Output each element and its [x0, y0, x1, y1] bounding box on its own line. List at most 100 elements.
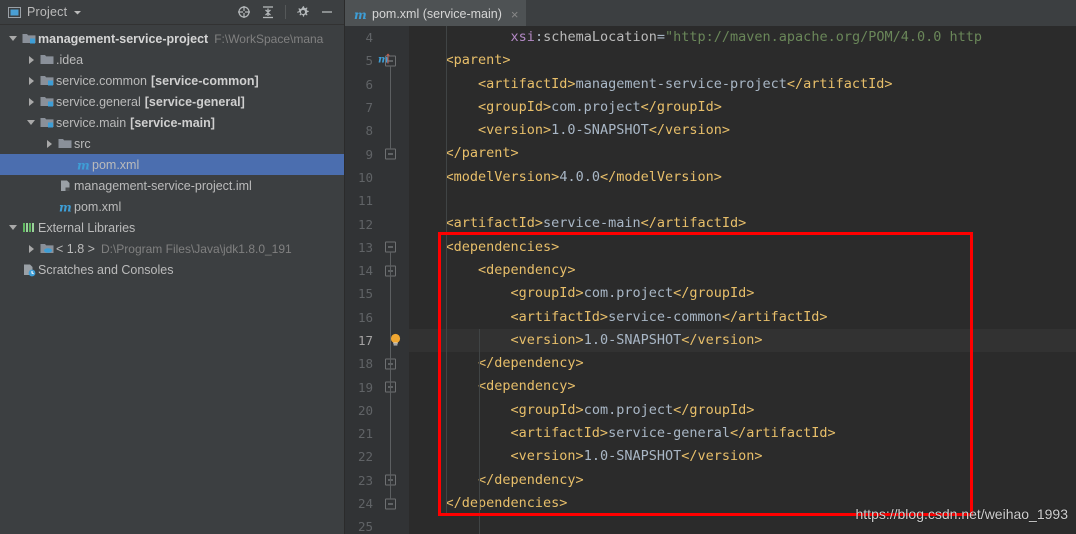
tree-item-src[interactable]: src — [0, 133, 344, 154]
gutter-line-9[interactable]: 9 — [345, 142, 409, 165]
minimize-icon[interactable] — [320, 5, 334, 19]
code-line-9[interactable]: </parent> — [409, 142, 1076, 165]
chevron-down-icon[interactable] — [73, 8, 82, 17]
gutter-line-11[interactable]: 11 — [345, 189, 409, 212]
gutter-line-15[interactable]: 15 — [345, 282, 409, 305]
line-number: 15 — [357, 286, 373, 302]
code-line-16[interactable]: <artifactId>service-common</artifactId> — [409, 306, 1076, 329]
code-line-15[interactable]: <groupId>com.project</groupId> — [409, 282, 1076, 305]
tree-item-label: service.common — [56, 73, 147, 88]
tree-item-1-8[interactable]: < 1.8 > D:\Program Files\Java\jdk1.8.0_19… — [0, 238, 344, 259]
gutter-line-21[interactable]: 21 — [345, 422, 409, 445]
code-line-7[interactable]: <groupId>com.project</groupId> — [409, 96, 1076, 119]
tree-item-label: External Libraries — [38, 220, 136, 235]
code-token: service-general — [608, 425, 730, 442]
code-token: com.project — [583, 401, 674, 418]
code-line-23[interactable]: </dependency> — [409, 469, 1076, 492]
line-number: 9 — [365, 146, 373, 162]
tree-item-management-service-project-iml[interactable]: management-service-project.iml — [0, 175, 344, 196]
tree-item-scratches-and-consoles[interactable]: Scratches and Consoles — [0, 259, 344, 280]
tree-item-module-name: [service-general] — [144, 94, 245, 109]
twisty-collapsed-icon[interactable] — [24, 76, 38, 85]
tree-item-service-main[interactable]: service.main [service-main] — [0, 112, 344, 133]
project-tree[interactable]: management-service-project F:\WorkSpace\m… — [0, 25, 344, 534]
gutter-line-17[interactable]: 17 — [345, 329, 409, 352]
tree-item-service-general[interactable]: service.general [service-general] — [0, 91, 344, 112]
maven-file-icon: m — [354, 8, 367, 22]
tree-item-external-libraries[interactable]: External Libraries — [0, 217, 344, 238]
code-line-20[interactable]: <groupId>com.project</groupId> — [409, 399, 1076, 422]
tree-item-path: D:\Program Files\Java\jdk1.8.0_191 — [100, 241, 292, 256]
gutter-line-20[interactable]: 20 — [345, 399, 409, 422]
twisty-collapsed-icon[interactable] — [24, 55, 38, 64]
gutter-line-6[interactable]: 6 — [345, 73, 409, 96]
code-token: <dependency> — [413, 378, 576, 395]
code-token: service-common — [608, 308, 722, 325]
code-line-14[interactable]: <dependency> — [409, 259, 1076, 282]
gutter-line-19[interactable]: 19 — [345, 375, 409, 398]
gutter-line-10[interactable]: 10 — [345, 166, 409, 189]
gutter-line-22[interactable]: 22 — [345, 445, 409, 468]
twisty-collapsed-icon[interactable] — [24, 97, 38, 106]
tree-item-service-common[interactable]: service.common [service-common] — [0, 70, 344, 91]
code-viewport: 4 5 m 6 7 8 9 10 11 12 13 14 15 16 17 18 19 20 21 22 23 24 25 … — [345, 26, 1076, 534]
line-number: 4 — [365, 30, 373, 46]
gutter-line-23[interactable]: 23 — [345, 469, 409, 492]
fold-marker-icon[interactable] — [385, 241, 396, 253]
tree-item-idea[interactable]: .idea — [0, 49, 344, 70]
fold-marker-icon[interactable] — [385, 148, 396, 160]
gutter-line-16[interactable]: 16 — [345, 306, 409, 329]
code-line-5[interactable]: <parent> — [409, 49, 1076, 72]
code-line-11[interactable] — [409, 189, 1076, 212]
line-number: 18 — [357, 356, 373, 372]
editor-code[interactable]: xsi:schemaLocation="http://maven.apache.… — [409, 26, 1076, 534]
code-token: <modelVersion> — [413, 168, 560, 185]
code-line-22[interactable]: <version>1.0-SNAPSHOT</version> — [409, 445, 1076, 468]
locate-target-icon[interactable] — [237, 5, 251, 19]
line-number: 11 — [357, 193, 373, 209]
fold-marker-icon[interactable] — [385, 498, 396, 510]
twisty-collapsed-icon[interactable] — [42, 139, 56, 148]
twisty-expanded-icon[interactable] — [24, 120, 38, 125]
gutter-line-24[interactable]: 24 — [345, 492, 409, 515]
code-line-17[interactable]: <version>1.0-SNAPSHOT</version> — [409, 328, 1076, 353]
gutter-line-18[interactable]: 18 — [345, 352, 409, 375]
editor-gutter[interactable]: 4 5 m 6 7 8 9 10 11 12 13 14 15 16 17 18 19 20 21 22 23 24 25 — [345, 26, 409, 534]
gutter-line-8[interactable]: 8 — [345, 119, 409, 142]
code-line-10[interactable]: <modelVersion>4.0.0</modelVersion> — [409, 166, 1076, 189]
code-line-18[interactable]: </dependency> — [409, 352, 1076, 375]
code-line-4[interactable]: xsi:schemaLocation="http://maven.apache.… — [409, 26, 1076, 49]
close-icon[interactable]: × — [511, 7, 519, 22]
code-line-6[interactable]: <artifactId>management-service-project</… — [409, 73, 1076, 96]
gutter-line-5[interactable]: 5m — [345, 49, 409, 72]
tree-item-pom-xml[interactable]: m pom.xml — [0, 154, 344, 175]
svg-text:m: m — [77, 158, 90, 172]
code-line-8[interactable]: <version>1.0-SNAPSHOT</version> — [409, 119, 1076, 142]
code-line-13[interactable]: <dependencies> — [409, 236, 1076, 259]
tab-pom-xml[interactable]: m pom.xml (service-main) × — [345, 0, 527, 26]
code-token: </version> — [681, 331, 763, 348]
gutter-line-13[interactable]: 13 — [345, 236, 409, 259]
code-token: <parent> — [413, 52, 511, 69]
code-line-12[interactable]: <artifactId>service-main</artifactId> — [409, 212, 1076, 235]
fold-marker-icon[interactable] — [385, 55, 396, 67]
toolbar-divider — [285, 5, 286, 19]
code-line-19[interactable]: <dependency> — [409, 375, 1076, 398]
twisty-expanded-icon[interactable] — [6, 36, 20, 41]
twisty-collapsed-icon[interactable] — [24, 244, 38, 253]
gutter-line-12[interactable]: 12 — [345, 212, 409, 235]
collapse-all-icon[interactable] — [261, 5, 275, 19]
gutter-line-7[interactable]: 7 — [345, 96, 409, 119]
code-line-21[interactable]: <artifactId>service-general</artifactId> — [409, 422, 1076, 445]
project-window-icon — [8, 6, 21, 19]
tree-item-management-service-project[interactable]: management-service-project F:\WorkSpace\m… — [0, 28, 344, 49]
tree-item-pom-xml[interactable]: m pom.xml — [0, 196, 344, 217]
gutter-line-4[interactable]: 4 — [345, 26, 409, 49]
twisty-expanded-icon[interactable] — [6, 225, 20, 230]
gutter-line-14[interactable]: 14 — [345, 259, 409, 282]
tree-item-label: pom.xml — [92, 157, 140, 172]
code-token: </artifactId> — [730, 425, 836, 442]
settings-gear-icon[interactable] — [296, 5, 310, 19]
gutter-line-25[interactable]: 25 — [345, 515, 409, 534]
